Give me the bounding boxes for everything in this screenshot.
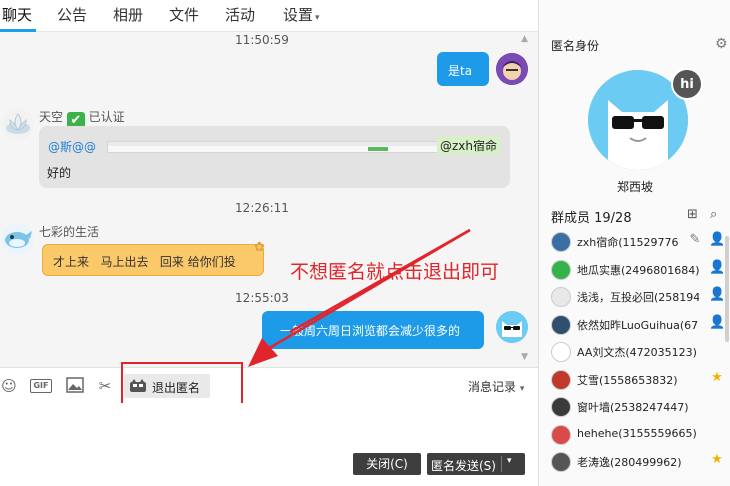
- member-name: 浅浅，互投必回(258194: [577, 291, 699, 304]
- star-icon: ★: [711, 452, 723, 467]
- admin-icon: 👤: [709, 259, 726, 275]
- member-avatar[interactable]: [551, 342, 571, 362]
- search-icon[interactable]: ⌕: [710, 207, 717, 222]
- anonymous-identity-title: 匿名身份: [551, 39, 600, 53]
- member-name: 艾雪(1558653832): [577, 373, 678, 387]
- member-name: AA刘文杰(472035123): [577, 346, 697, 359]
- member-avatar[interactable]: [551, 452, 571, 472]
- member-row[interactable]: 依然如昨LuoGuihua(673 👤: [551, 314, 729, 336]
- message-history-button[interactable]: 消息记录 ▾: [468, 378, 524, 395]
- picture-icon: [66, 377, 84, 393]
- member-name: 老涛逸(280499962): [577, 456, 682, 469]
- member-avatar[interactable]: [551, 232, 571, 252]
- gif-label: GIF: [33, 381, 49, 390]
- member-row[interactable]: 浅浅，互投必回(258194 👤: [551, 286, 729, 308]
- scissors-icon[interactable]: ✂: [96, 377, 114, 395]
- invite-icon[interactable]: ⊞: [687, 207, 698, 222]
- member-row[interactable]: AA刘文杰(472035123): [551, 341, 729, 363]
- member-name: 窗叶墙(2538247447): [577, 401, 689, 414]
- member-row[interactable]: 窗叶墙(2538247447): [551, 396, 729, 418]
- member-row[interactable]: 老涛逸(280499962) ★: [551, 451, 729, 473]
- hi-badge: hi: [671, 68, 703, 100]
- admin-icon: 👤: [709, 232, 726, 247]
- anonymous-send-label: 匿名发送(S): [431, 459, 496, 473]
- emoji-icon[interactable]: ☺: [0, 377, 18, 395]
- member-name: zxh宿命(11529776: [577, 236, 679, 249]
- close-button[interactable]: 关闭(C): [353, 453, 421, 475]
- anonymous-name: 郑西坡: [616, 180, 653, 194]
- admin-icon: 👤: [709, 314, 726, 330]
- highlight-box: [121, 362, 243, 406]
- admin-icon: 👤: [709, 287, 726, 302]
- chevron-down-icon[interactable]: ▾: [507, 456, 512, 466]
- anonymous-send-button[interactable]: 匿名发送(S) ▾: [427, 453, 525, 475]
- member-avatar[interactable]: [551, 287, 571, 307]
- member-avatar[interactable]: [551, 397, 571, 417]
- member-row[interactable]: zxh宿命(11529776 ✎ 👤: [551, 231, 729, 253]
- member-avatar[interactable]: [551, 369, 571, 390]
- gear-icon[interactable]: ⚙: [715, 36, 728, 52]
- message-history-label: 消息记录: [468, 380, 517, 394]
- chevron-down-icon: ▾: [519, 384, 525, 394]
- annotation-text: 不想匿名就点击退出即可: [290, 261, 500, 283]
- star-icon: ★: [711, 369, 723, 385]
- image-icon[interactable]: [66, 377, 84, 395]
- close-label: 关闭(C): [366, 457, 408, 471]
- member-actions: ⊞ ⌕: [687, 207, 717, 222]
- member-row[interactable]: 地瓜实惠(2496801684) 👤: [551, 259, 729, 281]
- member-row[interactable]: hehehe(3155559665): [551, 424, 729, 446]
- member-name: 地瓜实惠(2496801684): [577, 263, 699, 277]
- member-avatar[interactable]: [551, 259, 571, 280]
- edit-icon[interactable]: ✎: [687, 232, 703, 248]
- member-name: hehehe(3155559665): [577, 426, 697, 440]
- scrollbar[interactable]: [725, 236, 729, 342]
- right-panel: 匿名身份 ⚙ hi 郑西坡 群成员 19/28 ⊞ ⌕ zxh宿命(115297…: [538, 0, 730, 486]
- member-name: 依然如昨LuoGuihua(673: [577, 318, 699, 332]
- member-row[interactable]: 艾雪(1558653832) ★: [551, 369, 729, 391]
- gif-icon[interactable]: GIF: [30, 379, 52, 393]
- members-title: 群成员 19/28: [551, 211, 632, 226]
- input-toolbar: ☺ GIF ✂ 退出匿名 消息记录 ▾: [0, 367, 538, 403]
- divider: [501, 456, 502, 472]
- member-avatar[interactable]: [551, 424, 571, 445]
- member-avatar[interactable]: [551, 314, 571, 335]
